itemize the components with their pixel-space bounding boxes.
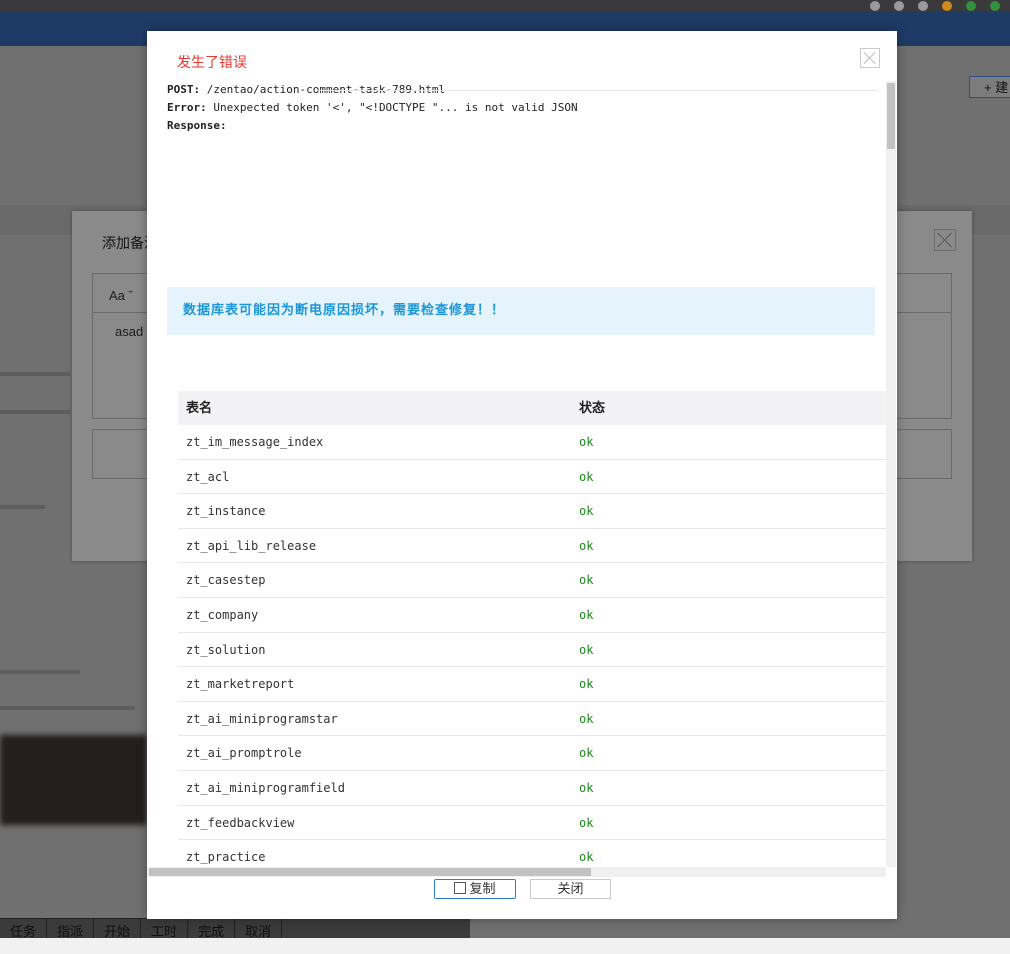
column-header-status: 状态 <box>579 400 606 415</box>
table-status-cell: ok <box>579 538 594 553</box>
blurred-content <box>0 735 147 825</box>
table-row: zt_feedbackview ok <box>178 806 886 841</box>
copy-button[interactable]: 复制 <box>434 879 516 899</box>
table-row: zt_ai_miniprogramfield ok <box>178 771 886 806</box>
bookmark-icon[interactable] <box>894 1 904 11</box>
table-status-cell: ok <box>579 573 594 588</box>
modal-scroll-area[interactable]: POST: /zentao/action-comment-task-789.ht… <box>167 81 886 867</box>
response-label: Response: <box>167 119 227 132</box>
toolbar-item-cancel[interactable]: 取消 <box>235 919 283 939</box>
error-line: Error: Unexpected token '<', "<!DOCTYPE … <box>167 99 886 117</box>
table-name-cell: zt_practice <box>186 850 266 865</box>
table-status-cell: ok <box>579 469 594 484</box>
extension-icon[interactable] <box>918 1 928 11</box>
table-row: zt_marketreport ok <box>178 667 886 702</box>
table-name-cell: zt_ai_promptrole <box>186 746 302 761</box>
copy-icon <box>454 882 467 894</box>
table-name-cell: zt_acl <box>186 469 230 484</box>
app-row <box>0 706 135 710</box>
error-modal: 发生了错误 POST: /zentao/action-comment-task-… <box>147 31 897 919</box>
table-row: zt_casestep ok <box>178 563 886 598</box>
table-status-cell: ok <box>579 677 594 692</box>
header-divider <box>317 90 877 91</box>
task-action-toolbar: 任务 指派 开始 工时 完成 取消 <box>0 918 470 939</box>
table-row: zt_api_lib_release ok <box>178 529 886 564</box>
table-status-cell: ok <box>579 850 594 865</box>
browser-toolbar <box>0 0 1010 12</box>
table-row: zt_practice ok <box>178 840 886 867</box>
vertical-scrollbar-thumb[interactable] <box>887 83 895 149</box>
error-message: Unexpected token '<', "<!DOCTYPE "... is… <box>213 101 578 114</box>
table-status-cell: ok <box>579 780 594 795</box>
extension-green-icon[interactable] <box>966 1 976 11</box>
app-row <box>0 372 70 376</box>
toolbar-item-assign[interactable]: 指派 <box>47 919 95 939</box>
error-label: Error: <box>167 101 207 114</box>
table-name-cell: zt_ai_miniprogramstar <box>186 711 338 726</box>
table-status-cell: ok <box>579 504 594 519</box>
extension-badge-icon[interactable] <box>942 1 952 11</box>
app-row <box>0 505 45 509</box>
table-name-cell: zt_solution <box>186 642 266 657</box>
table-row: zt_ai_promptrole ok <box>178 736 886 771</box>
comment-editor-text: asad <box>115 324 144 339</box>
toolbar-item-task[interactable]: 任务 <box>0 919 48 939</box>
table-status-cell: ok <box>579 711 594 726</box>
db-repair-notice: 数据库表可能因为断电原因损坏，需要检查修复！！ <box>167 287 875 335</box>
horizontal-scrollbar-thumb[interactable] <box>149 868 591 876</box>
response-line: Response: <box>167 117 886 135</box>
table-row: zt_solution ok <box>178 633 886 668</box>
status-strip <box>0 938 1010 954</box>
table-status-cell: ok <box>579 815 594 830</box>
post-label: POST: <box>167 83 201 96</box>
horizontal-scrollbar[interactable] <box>147 867 886 877</box>
create-button[interactable]: + 建 <box>969 76 1010 98</box>
copy-button-label: 复制 <box>469 881 496 896</box>
close-icon[interactable] <box>860 48 880 68</box>
table-status-cell: ok <box>579 607 594 622</box>
comment-dialog-close-icon[interactable] <box>934 229 956 251</box>
table-row: zt_instance ok <box>178 494 886 529</box>
table-row: zt_ai_miniprogramstar ok <box>178 702 886 737</box>
table-row: zt_im_message_index ok <box>178 425 886 460</box>
app-row <box>0 410 70 414</box>
extension-green-2-icon[interactable] <box>990 1 1000 11</box>
column-header-name: 表名 <box>186 400 213 415</box>
table-name-cell: zt_casestep <box>186 573 266 588</box>
toolbar-item-effort[interactable]: 工时 <box>141 919 189 939</box>
modal-scroll-content: POST: /zentao/action-comment-task-789.ht… <box>167 81 886 864</box>
table-name-cell: zt_feedbackview <box>186 815 295 830</box>
vertical-scrollbar[interactable] <box>886 81 896 867</box>
table-body: zt_im_message_index ok zt_acl ok zt_instance… <box>178 425 886 867</box>
modal-footer: 复制 关闭 <box>147 877 897 919</box>
table-row: zt_company ok <box>178 598 886 633</box>
table-status-cell: ok <box>579 746 594 761</box>
table-name-cell: zt_company <box>186 607 259 622</box>
table-header: 表名 状态 <box>178 391 886 425</box>
table-status-cell: ok <box>579 642 594 657</box>
table-name-cell: zt_marketreport <box>186 677 295 692</box>
table-name-cell: zt_ai_miniprogramfield <box>186 780 345 795</box>
font-size-button[interactable]: Aa ˇ <box>109 288 133 303</box>
close-button-label: 关闭 <box>557 881 584 896</box>
toolbar-item-finish[interactable]: 完成 <box>188 919 236 939</box>
close-button[interactable]: 关闭 <box>530 879 611 899</box>
star-icon[interactable] <box>870 1 880 11</box>
table-name-cell: zt_im_message_index <box>186 435 324 449</box>
toolbar-item-start[interactable]: 开始 <box>94 919 142 939</box>
app-row <box>0 670 80 674</box>
table-status-cell: ok <box>579 435 594 449</box>
table-name-cell: zt_instance <box>186 504 266 519</box>
table-name-cell: zt_api_lib_release <box>186 538 317 553</box>
modal-title: 发生了错误 <box>177 54 247 70</box>
table-row: zt_acl ok <box>178 460 886 495</box>
table-status-table: 表名 状态 zt_im_message_index ok zt_acl ok zt_in… <box>178 391 886 867</box>
